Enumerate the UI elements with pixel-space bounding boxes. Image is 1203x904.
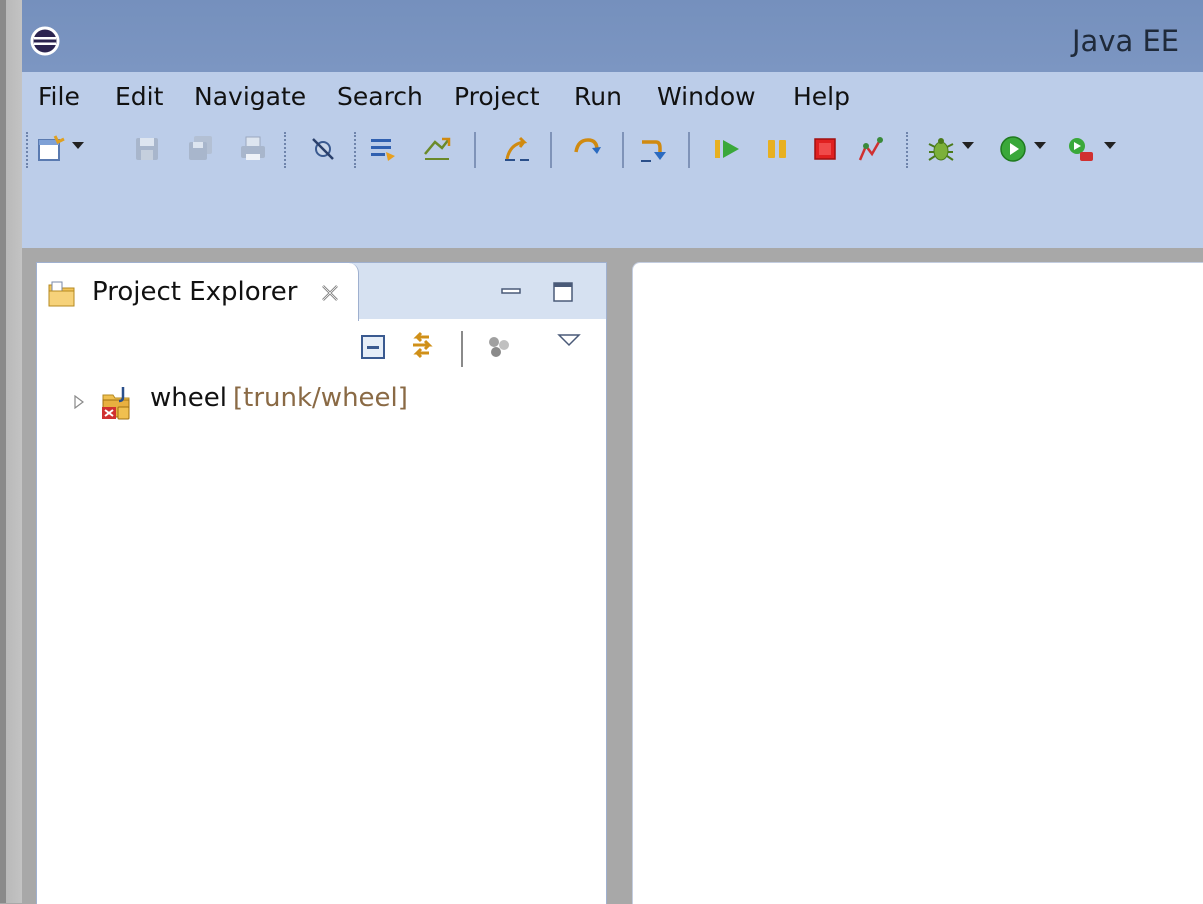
view-toolbar [37,325,606,375]
toolbar-separator [550,132,552,168]
menu-help[interactable]: Help [793,82,850,111]
debug-dropdown[interactable] [962,142,974,149]
new-wizard-dropdown[interactable] [72,142,84,149]
collapse-all-icon[interactable] [357,331,389,363]
next-annotation-icon[interactable] [502,134,532,164]
minimize-icon[interactable] [497,279,527,307]
window-frame-left [0,0,22,903]
link-with-editor-icon[interactable] [407,331,439,363]
toggle-block-selection-icon[interactable] [422,134,452,164]
expand-arrow-icon[interactable] [73,395,85,409]
tree-item-project[interactable]: wheel [trunk/wheel] [37,381,606,421]
run-icon[interactable] [998,134,1028,164]
project-name: wheel [150,383,227,413]
menu-bar: File Edit Navigate Search Project Run Wi… [22,72,1203,122]
step-over-icon[interactable] [638,134,668,164]
suspend-icon[interactable] [762,134,792,164]
external-tools-icon[interactable] [1066,134,1096,164]
step-into-icon[interactable] [572,134,602,164]
toolbar-separator [474,132,476,168]
eclipse-icon[interactable] [28,24,62,58]
project-explorer-icon [48,281,75,307]
save-all-icon[interactable] [186,134,216,164]
menu-window[interactable]: Window [657,82,756,111]
toolbar-separator [284,132,286,168]
toolbar-separator [354,132,356,168]
project-explorer-view: Project Explorer wheel [trunk/wheel] [36,262,607,904]
window-title: Java EE [1072,24,1180,58]
main-toolbar [22,122,1203,248]
toolbar-separator [688,132,690,168]
view-toolbar-separator [461,331,463,367]
tab-project-explorer[interactable]: Project Explorer [37,263,359,321]
terminate-icon[interactable] [810,134,840,164]
menu-edit[interactable]: Edit [115,82,163,111]
toggle-mark-occurrences-icon[interactable] [368,134,398,164]
resume-icon[interactable] [712,134,742,164]
save-icon[interactable] [132,134,162,164]
print-icon[interactable] [238,134,268,164]
menu-project[interactable]: Project [454,82,540,111]
menu-file[interactable]: File [38,82,80,111]
tab-label: Project Explorer [92,277,298,307]
toolbar-separator [906,132,908,168]
title-bar: Java EE [22,0,1203,72]
disconnect-icon[interactable] [856,134,886,164]
filters-icon[interactable] [483,331,515,363]
run-dropdown[interactable] [1034,142,1046,149]
view-menu-icon[interactable] [553,327,585,359]
maximize-icon[interactable] [549,279,579,307]
close-icon[interactable] [318,281,342,305]
project-svn-path: [trunk/wheel] [233,383,408,413]
debug-icon[interactable] [926,134,956,164]
new-wizard-icon[interactable] [36,134,66,164]
editor-area[interactable] [632,262,1203,904]
toolbar-separator [622,132,624,168]
menu-run[interactable]: Run [574,82,622,111]
toolbar-separator [26,132,28,168]
skip-breakpoints-icon[interactable] [308,134,338,164]
java-project-icon [102,387,130,420]
menu-search[interactable]: Search [337,82,423,111]
external-tools-dropdown[interactable] [1104,142,1116,149]
menu-navigate[interactable]: Navigate [194,82,306,111]
